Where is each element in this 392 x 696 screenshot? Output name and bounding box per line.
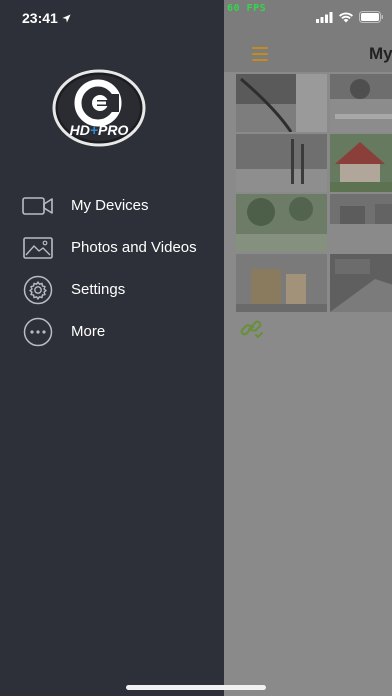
gear-icon (22, 275, 54, 305)
menu-toggle-icon[interactable] (252, 47, 268, 61)
camera-tile-4[interactable] (330, 134, 392, 192)
menu-item-label: More (71, 323, 106, 340)
home-indicator[interactable] (126, 685, 266, 690)
status-icons (316, 11, 384, 23)
fps-counter: 60 FPS (227, 3, 267, 14)
video-camera-icon (22, 192, 54, 220)
camera-tile-2[interactable] (330, 74, 392, 132)
main-screen[interactable]: 60 FPS My (224, 0, 392, 696)
camera-tile-1[interactable] (236, 74, 327, 132)
navigation-drawer: 23:41 HD+PRO My Devices Photos and Video… (0, 0, 224, 696)
camera-tile-6[interactable] (330, 194, 392, 252)
location-arrow-icon (62, 13, 71, 23)
status-time: 23:41 (22, 10, 71, 26)
menu-item-label: Photos and Videos (71, 239, 197, 256)
cellular-signal-icon (316, 11, 333, 23)
app-logo: HD+PRO (52, 69, 147, 149)
camera-tile-8[interactable] (330, 254, 392, 312)
photo-icon (22, 234, 54, 262)
menu-item-more[interactable]: More (0, 312, 224, 352)
camera-tile-3[interactable] (236, 134, 327, 192)
clock-text: 23:41 (22, 10, 58, 26)
link-icon[interactable] (240, 318, 264, 345)
more-icon (22, 317, 54, 347)
battery-icon (359, 11, 383, 23)
camera-tile-7[interactable] (236, 254, 327, 312)
menu-item-my-devices[interactable]: My Devices (0, 186, 224, 226)
menu-item-label: Settings (71, 281, 126, 298)
svg-text:HD+PRO: HD+PRO (70, 122, 129, 138)
page-title: My (369, 44, 392, 63)
menu-item-photos-and-videos[interactable]: Photos and Videos (0, 228, 224, 268)
camera-grid (236, 74, 392, 312)
menu-item-settings[interactable]: Settings (0, 270, 224, 310)
camera-tile-5[interactable] (236, 194, 327, 252)
menu-item-label: My Devices (71, 197, 149, 214)
wifi-icon (339, 12, 353, 22)
